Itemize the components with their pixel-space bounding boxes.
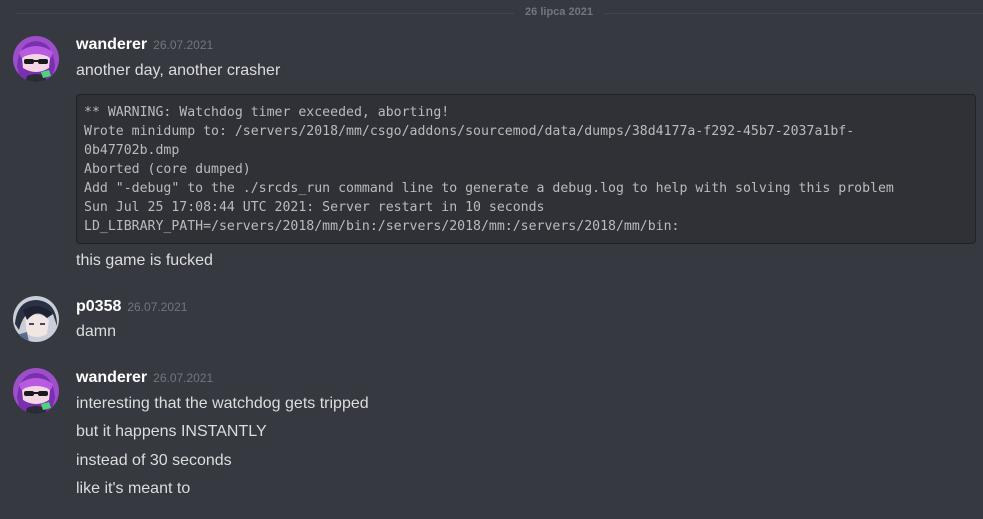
message-text: this game is fucked <box>76 252 213 269</box>
date-divider: 26 lipca 2021 <box>0 4 983 22</box>
avatar[interactable] <box>13 296 59 342</box>
username[interactable]: wanderer <box>76 36 147 53</box>
avatar[interactable] <box>13 36 59 82</box>
message-text: interesting that the watchdog gets tripp… <box>76 395 369 412</box>
code-line: ** WARNING: Watchdog timer exceeded, abo… <box>84 105 450 120</box>
code-line: LD_LIBRARY_PATH=/servers/2018/mm/bin:/se… <box>84 219 680 234</box>
username[interactable]: wanderer <box>76 369 147 386</box>
code-block: ** WARNING: Watchdog timer exceeded, abo… <box>76 94 976 244</box>
code-line: Add "-debug" to the ./srcds_run command … <box>84 181 894 196</box>
code-line: Aborted (core dumped) <box>84 162 251 177</box>
message-text: but it happens INSTANTLY <box>76 423 267 440</box>
message-text: like it's meant to <box>76 480 191 497</box>
message-text: instead of 30 seconds <box>76 452 232 469</box>
anime-girl-avatar-icon <box>13 36 59 82</box>
code-line: Wrote minidump to: /servers/2018/mm/csgo… <box>84 124 855 139</box>
message-header: wanderer 26.07.2021 <box>76 369 213 391</box>
timestamp: 26.07.2021 <box>153 371 214 385</box>
username[interactable]: p0358 <box>76 298 121 315</box>
timestamp: 26.07.2021 <box>127 300 188 314</box>
avatar[interactable] <box>13 368 59 414</box>
message-text: damn <box>76 323 117 340</box>
message-header: p0358 26.07.2021 <box>76 298 187 320</box>
message-text: another day, another crasher <box>76 62 281 79</box>
code-line: Sun Jul 25 17:08:44 UTC 2021: Server res… <box>84 200 545 215</box>
divider-date: 26 lipca 2021 <box>525 6 593 18</box>
message-header: wanderer 26.07.2021 <box>76 36 213 58</box>
anime-girl-avatar-icon <box>13 368 59 414</box>
code-line: 0b47702b.dmp <box>84 143 180 158</box>
timestamp: 26.07.2021 <box>153 38 214 52</box>
anime-boy-avatar-icon <box>13 296 59 342</box>
divider-line-right <box>604 13 983 14</box>
divider-line-left <box>16 13 514 14</box>
